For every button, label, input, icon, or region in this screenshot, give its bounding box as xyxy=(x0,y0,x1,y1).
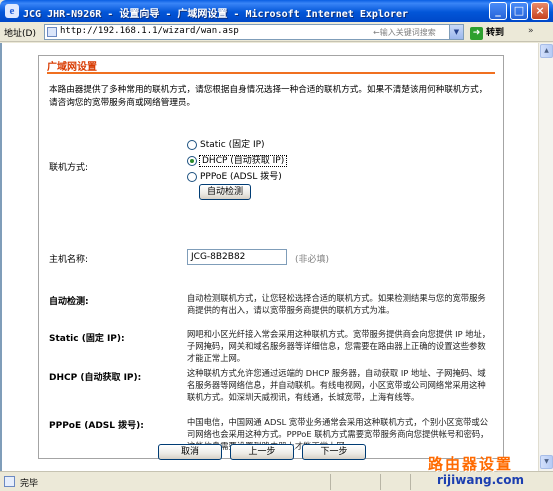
page-viewport: 广域网设置 本路由器提供了多种常用的联机方式，请您根据自身情况选择一种合适的联机… xyxy=(0,43,538,471)
next-button[interactable]: 下一步 xyxy=(302,444,366,460)
help-label-autodetect: 自动检测: xyxy=(49,297,89,307)
help-label-static: Static (固定 IP): xyxy=(49,334,125,344)
section-title: 广域网设置 xyxy=(47,62,97,73)
hostname-note: (非必填) xyxy=(295,255,330,265)
address-input[interactable]: http://192.168.1.1/wizard/wan.asp ←输入关键词… xyxy=(44,24,464,40)
scroll-down-icon[interactable]: ▼ xyxy=(540,455,553,469)
auto-detect-button[interactable]: 自动检测 xyxy=(199,184,251,200)
radio-dhcp[interactable]: DHCP (自动获取 IP) xyxy=(187,153,288,167)
go-arrow-icon[interactable]: ➜ xyxy=(470,27,483,40)
page-done-icon xyxy=(4,476,15,487)
intro-text: 本路由器提供了多种常用的联机方式，请您根据自身情况选择一种合适的联机方式。如果不… xyxy=(49,85,488,108)
status-text: 完毕 xyxy=(20,479,39,489)
watermark-url: rijiwang.com xyxy=(437,473,524,487)
radio-static-button[interactable] xyxy=(187,139,197,150)
links-chevron-icon[interactable]: » xyxy=(528,26,534,36)
radio-pppoe-label[interactable]: PPPoE (ADSL 拨号) xyxy=(200,172,282,182)
radio-dhcp-label[interactable]: DHCP (自动获取 IP) xyxy=(198,155,288,167)
search-hint: ←输入关键词搜索 xyxy=(373,28,436,37)
help-label-dhcp: DHCP (自动获取 IP): xyxy=(49,373,142,383)
prev-button[interactable]: 上一步 xyxy=(230,444,294,460)
address-toolbar: 地址(D) http://192.168.1.1/wizard/wan.asp … xyxy=(0,22,553,42)
scroll-up-icon[interactable]: ▲ xyxy=(540,44,553,58)
close-button[interactable]: × xyxy=(531,2,549,20)
help-label-pppoe: PPPoE (ADSL 拨号): xyxy=(49,421,144,431)
page-icon xyxy=(47,27,57,37)
address-label: 地址(D) xyxy=(4,29,36,39)
radio-pppoe-button[interactable] xyxy=(187,171,197,182)
radio-static[interactable]: Static (固定 IP) xyxy=(187,137,265,150)
go-button[interactable]: ➜ 转到 xyxy=(470,25,504,40)
maximize-button[interactable]: □ xyxy=(510,2,528,20)
radio-dhcp-button[interactable] xyxy=(187,155,197,166)
help-text-autodetect: 自动检测联机方式，让您轻松选择合适的联机方式。如果检测结果与您的宽带服务商提供的… xyxy=(187,293,486,315)
hostname-label: 主机名称: xyxy=(49,255,89,265)
status-divider xyxy=(380,474,381,490)
address-url[interactable]: http://192.168.1.1/wizard/wan.asp xyxy=(60,26,239,36)
watermark-title: 路由器设置 xyxy=(428,455,514,473)
help-text-dhcp: 这种联机方式允许您通过远端的 DHCP 服务器，自动获取 IP 地址、子网掩码、… xyxy=(187,368,486,402)
status-divider xyxy=(330,474,331,490)
status-divider xyxy=(410,474,411,490)
address-dropdown-icon[interactable]: ▼ xyxy=(449,25,463,39)
cancel-button[interactable]: 取消 xyxy=(158,444,222,460)
vertical-scrollbar[interactable]: ▲ ▼ xyxy=(538,43,553,471)
title-divider xyxy=(47,72,495,74)
hostname-input[interactable]: JCG-8B2B82 xyxy=(187,249,287,265)
minimize-button[interactable]: _ xyxy=(489,2,507,20)
go-label[interactable]: 转到 xyxy=(486,28,504,38)
wan-settings-panel: 广域网设置 本路由器提供了多种常用的联机方式，请您根据自身情况选择一种合适的联机… xyxy=(38,55,504,459)
radio-pppoe[interactable]: PPPoE (ADSL 拨号) xyxy=(187,169,282,182)
help-text-static: 网吧和小区光纤接入常会采用这种联机方式。宽带服务提供商会向您提供 IP 地址，子… xyxy=(187,329,491,363)
window-title: JCG JHR-N926R - 设置向导 - 广域网设置 - Microsoft… xyxy=(23,9,409,20)
ie-logo-icon: e xyxy=(5,4,19,18)
title-bar: e JCG JHR-N926R - 设置向导 - 广域网设置 - Microso… xyxy=(0,0,553,22)
radio-static-label[interactable]: Static (固定 IP) xyxy=(200,140,265,150)
connection-type-label: 联机方式: xyxy=(49,163,89,173)
